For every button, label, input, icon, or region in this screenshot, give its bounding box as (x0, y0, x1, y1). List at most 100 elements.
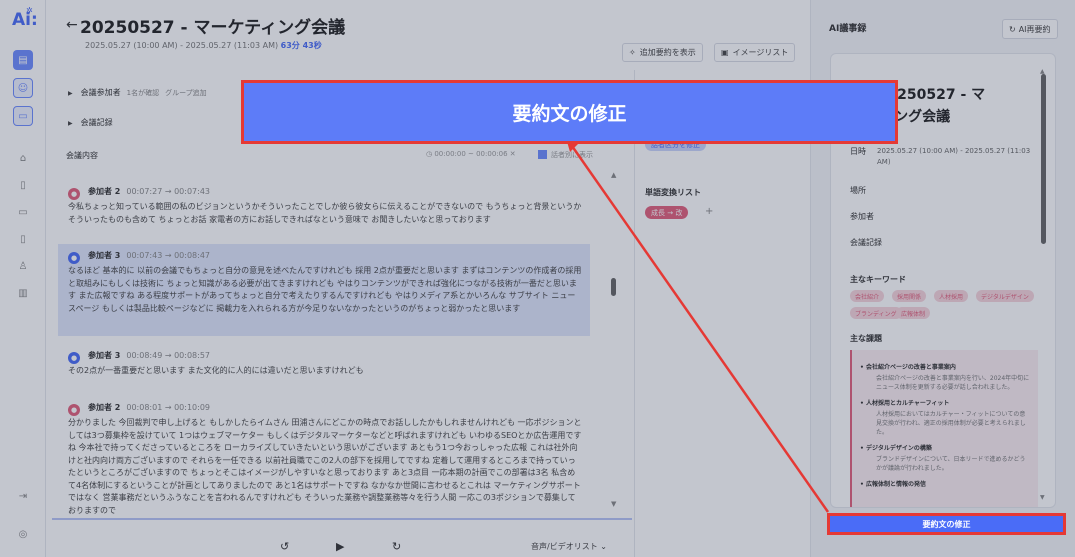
speaker-name: 参加者 3 (88, 251, 121, 260)
logout-icon[interactable]: ⇥ (13, 486, 33, 506)
avatar: ● (68, 188, 80, 200)
timestamp: 00:07:27 → 00:07:43 (126, 187, 211, 196)
date-value: 2025.05.27 (10:00 AM) - 2025.05.27 (11:0… (877, 147, 1031, 166)
trash-icon[interactable]: ▥ (13, 283, 33, 303)
folder-icon[interactable]: ▭ (13, 202, 33, 222)
issue-body: 会社紹介ページの改善と事業案内を行い、2024年中旬にニュース体制を更新する必要… (876, 375, 1030, 391)
scroll-down-icon[interactable]: ▼ (611, 500, 616, 508)
issue-body: ブランドデザインについて、日本リードで進めるかどうかが議論が行われました。 (876, 456, 1026, 472)
forward-icon[interactable]: ↻ (392, 540, 401, 553)
file-icon[interactable]: ▯ (13, 175, 33, 195)
minutes-row[interactable]: ▶ 会議記録 (68, 117, 113, 128)
sparkle-icon: ✲ (26, 6, 33, 15)
edit-summary-button[interactable]: 要約文の修正 (827, 513, 1066, 535)
message-item[interactable]: ● 参加者 2 00:07:27 → 00:07:43 今私ちょっと知っている範囲… (58, 180, 590, 232)
issue-heading-text: デジタルデザインの構築 (865, 445, 932, 452)
regen-label: AI再要約 (1018, 24, 1051, 34)
image-icon: ▣ (721, 48, 729, 57)
speaker-name: 参加者 3 (88, 351, 121, 360)
issue-heading: • デジタルデザインの構築 (860, 445, 932, 452)
participants-count: 1名が確認 (126, 89, 160, 97)
scroll-down-icon[interactable]: ▼ (1040, 494, 1045, 501)
issue-heading: • 会社紹介ページの改善と事業案内 (860, 364, 956, 371)
issue-heading-text: 会社紹介ページの改善と事業案内 (865, 364, 956, 371)
expand-icon: ▶ (68, 120, 73, 127)
page-title: 20250527 - マーケティング会議 (80, 18, 346, 38)
issue-heading: • 人材採用とカルチャーフィット (860, 400, 950, 407)
timestamp: 00:08:49 → 00:08:57 (126, 351, 211, 360)
chevron-down-icon: ⌄ (600, 542, 607, 551)
back-arrow-icon[interactable]: ← (66, 17, 78, 33)
word-list-title: 単語変換リスト (645, 188, 701, 197)
document-icon[interactable]: ▤ (13, 50, 33, 70)
add-summary-label: 追加要約を表示 (639, 48, 696, 57)
meeting-time: 2025.05.27 (10:00 AM) - 2025.05.27 (11:0… (85, 40, 322, 51)
issue-heading: • 広報体制と情報の発信 (860, 481, 926, 488)
minutes-label: 会議記録 (80, 118, 113, 127)
keywords-title: 主なキーワード (850, 275, 906, 284)
chat-icon[interactable]: ▭ (13, 106, 33, 126)
issue-heading-text: 人材採用とカルチャーフィット (865, 400, 950, 407)
keyword-tag: ブランディング (850, 307, 902, 319)
left-rail: Ai: ✲ ▤ ☺ ▭ ⌂ ▯ ▭ ▯ ♙ ▥ ⇥ ◎ (0, 0, 46, 557)
playback-timeline[interactable] (52, 518, 632, 520)
message-item[interactable]: ● 参加者 3 00:08:49 → 00:08:57 その2点が一番重要だと思い… (58, 344, 590, 384)
edit-summary-callout: 要約文の修正 (241, 80, 898, 144)
time-range: 2025.05.27 (10:00 AM) - 2025.05.27 (11:0… (85, 41, 279, 50)
time-filter[interactable]: ◷ 00:00:00 ~ 00:00:06 ✕ (426, 150, 516, 158)
date-label: 日時 (850, 147, 866, 156)
rewind-icon[interactable]: ↺ (280, 540, 289, 553)
issue-body: 人材採用においてはカルチャー・フィットについての意見交換が行われ、適正の採用体制… (876, 411, 1026, 436)
robot-icon[interactable]: ☺ (13, 78, 33, 98)
message-text: 分かりました 今回裁判で申し上げると もしかしたらイムさん 田浦さんにどこかの時… (68, 418, 582, 515)
media-list-label: 音声/ビデオリスト (531, 542, 598, 551)
scrollbar-thumb[interactable] (611, 278, 616, 296)
issue-heading-text: 広報体制と情報の発信 (865, 481, 926, 488)
keyword-tag: 会社紹介 (850, 290, 885, 302)
app-logo[interactable]: Ai: ✲ (12, 6, 38, 30)
word-chip[interactable]: 成長 → 改 (645, 206, 689, 219)
message-text: なるほど 基本的に 以前の会議でもちょっと自分の意見を述べたんですけれども 採用… (68, 266, 582, 313)
image-list-label: イメージリスト (732, 48, 789, 57)
regen-button[interactable]: ↻ AI再要約 (1002, 19, 1058, 39)
message-text: その2点が一番重要だと思います また文化的に人的には違いだと思いますけれども (68, 366, 364, 375)
timestamp: 00:08:01 → 00:10:09 (126, 403, 211, 412)
time-filter-value: 00:00:00 ~ 00:00:06 (434, 150, 508, 158)
place-label: 場所 (850, 186, 866, 195)
avatar: ● (68, 252, 80, 264)
book-icon[interactable]: ▯ (13, 229, 33, 249)
home-icon[interactable]: ⌂ (13, 148, 33, 168)
media-list-dropdown[interactable]: 音声/ビデオリスト ⌄ (531, 541, 607, 552)
keyword-tag: デジタルデザイン (976, 290, 1034, 302)
message-item[interactable]: ● 参加者 3 00:07:43 → 00:08:47 なるほど 基本的に 以前の… (58, 244, 590, 336)
message-item[interactable]: ● 参加者 2 00:08:01 → 00:10:09 分かりました 今回裁判で申… (58, 396, 590, 516)
add-summary-button[interactable]: ✧ 追加要約を表示 (622, 43, 703, 62)
scroll-up-icon[interactable]: ▲ (611, 171, 616, 179)
conversation-heading: 会議内容 (66, 151, 98, 160)
attendees-label: 参加者 (850, 212, 874, 221)
avatar: ● (68, 352, 80, 364)
minutes-label: 会議記録 (850, 238, 882, 247)
participants-row[interactable]: ▶ 会議参加者 1名が確認 グループ追加 (68, 87, 207, 98)
add-icon[interactable]: + (705, 206, 713, 217)
settings-icon[interactable]: ◎ (13, 524, 33, 544)
speaker-name: 参加者 2 (88, 403, 121, 412)
user-icon[interactable]: ♙ (13, 256, 33, 276)
speaker-checkbox[interactable] (538, 150, 547, 159)
keyword-tag: 広報体制 (896, 307, 931, 319)
message-text: 今私ちょっと知っている範囲の私のビジョンというかそういったことでしか彼ら彼女らに… (68, 202, 582, 224)
avatar: ● (68, 404, 80, 416)
keyword-tag: 採用関係 (892, 290, 927, 302)
group-add-link[interactable]: グループ追加 (165, 89, 207, 97)
refresh-icon: ↻ (1009, 24, 1016, 34)
speaker-name: 参加者 2 (88, 187, 121, 196)
participants-label: 会議参加者 (80, 88, 121, 97)
sparkle-icon: ✧ (629, 48, 636, 57)
image-list-button[interactable]: ▣ イメージリスト (714, 43, 796, 62)
issues-title: 主な課題 (850, 334, 882, 343)
keyword-tag: 人材採用 (934, 290, 969, 302)
scrollbar-thumb[interactable] (1041, 74, 1046, 244)
play-icon[interactable]: ▶ (336, 540, 344, 553)
conversation-list: ● 参加者 2 00:07:27 → 00:07:43 今私ちょっと知っている範囲… (58, 170, 620, 516)
speaker-checkbox-label: 話者別に表示 (551, 151, 593, 159)
